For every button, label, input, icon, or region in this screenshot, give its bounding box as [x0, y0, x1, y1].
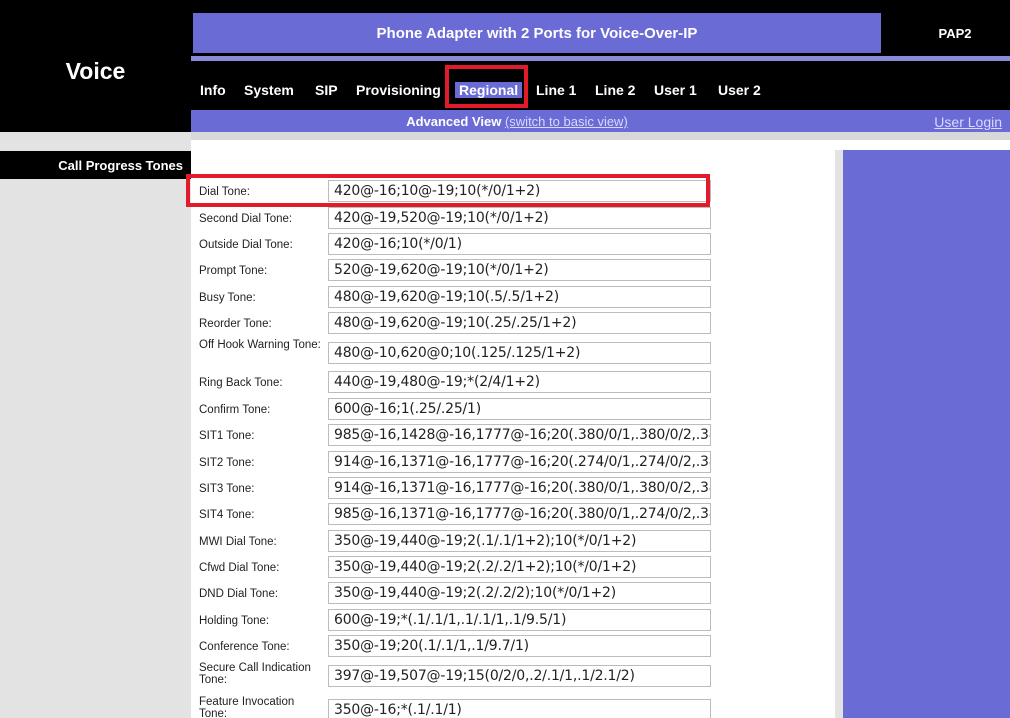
tab-user-1[interactable]: User 1 [654, 82, 697, 98]
tone-label: Secure Call Indication Tone: [199, 662, 311, 686]
tone-label: Cfwd Dial Tone: [199, 562, 280, 574]
tone-input[interactable]: 350@-19,440@-19;2(.2/.2/1+2);10(*/0/1+2) [328, 556, 711, 578]
tone-input[interactable]: 914@-16,1371@-16,1777@-16;20(.380/0/1,.3… [328, 477, 711, 499]
right-panel [843, 150, 1010, 718]
tone-label: Reorder Tone: [199, 318, 272, 330]
tab-user-2[interactable]: User 2 [718, 82, 761, 98]
tab-info[interactable]: Info [200, 82, 226, 98]
tone-label: Outside Dial Tone: [199, 239, 293, 251]
tone-label: Conference Tone: [199, 641, 290, 653]
model-label: PAP2 [938, 25, 972, 41]
tone-input[interactable]: 350@-19,440@-19;2(.1/.1/1+2);10(*/0/1+2) [328, 530, 711, 552]
tone-label: Busy Tone: [199, 292, 256, 304]
tone-input[interactable]: 520@-19,620@-19;10(*/0/1+2) [328, 259, 711, 281]
view-mode-text: Advanced View (switch to basic view) [191, 114, 843, 129]
dial-tone-highlight [186, 174, 710, 207]
tab-line-1[interactable]: Line 1 [536, 82, 576, 98]
tone-input[interactable]: 985@-16,1428@-16,1777@-16;20(.380/0/1,.3… [328, 424, 711, 446]
regional-tab-highlight [445, 65, 528, 108]
page-title: Phone Adapter with 2 Ports for Voice-Ove… [193, 13, 881, 53]
tone-label: MWI Dial Tone: [199, 536, 277, 548]
tone-input[interactable]: 350@-19,440@-19;2(.2/.2/2);10(*/0/1+2) [328, 582, 711, 604]
tone-input[interactable]: 985@-16,1371@-16,1777@-16;20(.380/0/1,.2… [328, 503, 711, 525]
tone-label: SIT4 Tone: [199, 509, 255, 521]
left-sidebar [0, 132, 191, 718]
tone-input[interactable]: 600@-16;1(.25/.25/1) [328, 398, 711, 420]
right-gutter [835, 150, 843, 718]
tab-system[interactable]: System [244, 82, 294, 98]
tone-label: Feature Invocation Tone: [199, 696, 295, 718]
tone-label: Confirm Tone: [199, 404, 271, 416]
tone-input[interactable]: 480@-10,620@0;10(.125/.125/1+2) [328, 342, 711, 364]
tone-label: SIT2 Tone: [199, 457, 255, 469]
tone-label: SIT3 Tone: [199, 483, 255, 495]
tone-input[interactable]: 397@-19,507@-19;15(0/2/0,.2/.1/1,.1/2.1/… [328, 665, 711, 687]
tone-input[interactable]: 480@-19,620@-19;10(.25/.25/1+2) [328, 312, 711, 334]
tone-label: Ring Back Tone: [199, 377, 283, 389]
view-mode-label: Advanced View [406, 114, 502, 129]
tone-label: Off Hook Warning Tone: [199, 339, 321, 351]
tab-line-2[interactable]: Line 2 [595, 82, 635, 98]
tone-input[interactable]: 420@-16;10(*/0/1) [328, 233, 711, 255]
section-title: Call Progress Tones [0, 151, 191, 179]
tone-input[interactable]: 480@-19,620@-19;10(.5/.5/1+2) [328, 286, 711, 308]
tab-provisioning[interactable]: Provisioning [356, 82, 441, 98]
tone-input[interactable]: 440@-19,480@-19;*(2/4/1+2) [328, 371, 711, 393]
tone-input[interactable]: 914@-16,1371@-16,1777@-16;20(.274/0/1,.2… [328, 451, 711, 473]
tone-label: Holding Tone: [199, 615, 270, 627]
header-separator [191, 132, 1010, 140]
tab-sip[interactable]: SIP [315, 82, 338, 98]
tone-input[interactable]: 350@-16;*(.1/.1/1) [328, 699, 711, 718]
switch-view-link[interactable]: (switch to basic view) [505, 114, 628, 129]
tone-input[interactable]: 600@-19;*(.1/.1/1,.1/.1/1,.1/9.5/1) [328, 609, 711, 631]
tone-label: Prompt Tone: [199, 265, 268, 277]
brand-label: Voice [65, 58, 126, 84]
tone-label: DND Dial Tone: [199, 588, 279, 600]
tone-label: Second Dial Tone: [199, 213, 293, 225]
user-login-link[interactable]: User Login [934, 114, 1002, 130]
tone-label: SIT1 Tone: [199, 430, 255, 442]
tone-input[interactable]: 420@-19,520@-19;10(*/0/1+2) [328, 207, 711, 229]
tone-input[interactable]: 350@-19;20(.1/.1/1,.1/9.7/1) [328, 635, 711, 657]
